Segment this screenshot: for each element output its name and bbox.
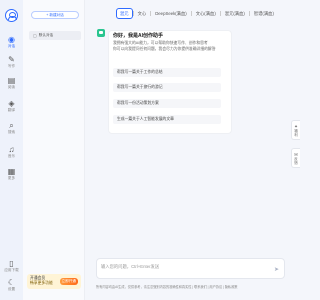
rail-item-read[interactable]: ▤ 阅读 [0, 76, 23, 90]
tab-hunyuan-full[interactable]: 混元(满血) [221, 8, 249, 19]
new-chat-button[interactable]: + 新建对话 [31, 11, 79, 19]
rail-item-settings[interactable]: ☾ 设置 [0, 278, 23, 292]
rail-item-label: 设置 [7, 287, 16, 291]
model-tabs: 混元 文心 DeepSeek(满血) 文心(满血) 混元(满血) 智谱(满血) [116, 8, 278, 19]
tab-wenxin-full[interactable]: 文心(满血) [192, 8, 220, 19]
rail-item-translate[interactable]: ◈ 翻译 [0, 99, 23, 113]
chat-bubble-icon: ◉ [8, 35, 15, 44]
main-area: 混元 文心 DeepSeek(满血) 文心(满血) 混元(满血) 智谱(满血) … [86, 0, 300, 300]
welcome-title: 你好，我是AI创作助手 [113, 33, 164, 39]
bot-avatar-icon [97, 29, 105, 37]
gift-button[interactable]: ✦ 福利 [291, 120, 300, 140]
feedback-label: 反馈 [294, 156, 298, 165]
tab-hunyuan[interactable]: 混元 [116, 8, 133, 19]
user-logo-icon[interactable] [5, 9, 18, 22]
promo-button[interactable]: 立即开通 [59, 278, 78, 285]
suggestion-item[interactable]: 帮我写一篇关于工作的总结 [113, 68, 221, 77]
rail-item-music[interactable]: ♫ 音乐 [0, 145, 23, 159]
rail-item-write[interactable]: ✎ 写作 [0, 55, 23, 69]
welcome-card: 你好，我是AI创作助手 我拥有强大的AI能力，可以帮助你快速写作、创作和思考 你… [108, 30, 232, 134]
conversation-title: 默认对话 [38, 33, 54, 37]
conversation-item[interactable]: ▢ 默认对话 [29, 31, 81, 40]
rail-item-chat[interactable]: ◉ 对话 [0, 35, 23, 49]
rail-item-label: 更多 [7, 176, 16, 180]
rail-item-label: 应用下载 [4, 268, 19, 272]
rail-item-label: 写作 [7, 64, 16, 68]
icon-rail: ◉ 对话 ✎ 写作 ▤ 阅读 ◈ 翻译 ⌕ 搜索 ♫ 音乐 ▦ 更多 ▯ 应用下… [0, 0, 23, 300]
suggestion-item[interactable]: 生成一篇关于人工智能发展的文章 [113, 115, 221, 124]
search-icon: ⌕ [9, 121, 14, 130]
rail-item-more[interactable]: ▦ 更多 [0, 167, 23, 181]
rail-item-label: 搜索 [7, 130, 16, 134]
book-icon: ▤ [7, 76, 16, 85]
chat-input[interactable] [101, 262, 261, 270]
rail-item-label: 音乐 [7, 154, 16, 158]
conversation-sidebar: + 新建对话 ▢ 默认对话 [23, 0, 85, 300]
gift-label: 福利 [294, 128, 298, 137]
mobile-icon: ▯ [9, 259, 14, 268]
rail-item-label: 阅读 [7, 85, 16, 89]
chat-icon: ▢ [33, 33, 37, 38]
translate-icon: ◈ [8, 99, 15, 108]
grid-icon: ▦ [7, 167, 16, 176]
music-icon: ♫ [8, 145, 15, 154]
rail-item-app-download[interactable]: ▯ 应用下载 [0, 259, 23, 273]
suggestion-item[interactable]: 帮我写一篇关于旅行的游记 [113, 83, 221, 92]
vip-promo-banner[interactable]: 开通会员 畅享更多功能 立即开通 [27, 274, 81, 289]
rail-item-search[interactable]: ⌕ 搜索 [0, 121, 23, 135]
send-icon[interactable]: ➤ [273, 267, 280, 274]
disclaimer-text: 所有内容均由AI生成，仅供参考，请注意甄别内容的准确性和真实性 | 联系我们 |… [96, 285, 238, 289]
pen-icon: ✎ [8, 55, 15, 64]
rail-item-label: 对话 [7, 44, 16, 48]
suggestion-item[interactable]: 帮我写一份活动策划方案 [113, 99, 221, 108]
chat-input-box: ➤ [96, 258, 285, 279]
welcome-description: 你可以向我提问任何问题，我会尽力为你提供准确详细的解答 [113, 47, 216, 51]
tab-wenxin[interactable]: 文心 [134, 8, 151, 19]
tab-zhipu-full[interactable]: 智谱(满血) [250, 8, 278, 19]
feedback-button[interactable]: ✉ 反馈 [291, 148, 300, 168]
rail-item-label: 翻译 [7, 108, 16, 112]
tab-deepseek-full[interactable]: DeepSeek(满血) [151, 8, 191, 19]
moon-icon: ☾ [7, 278, 16, 287]
